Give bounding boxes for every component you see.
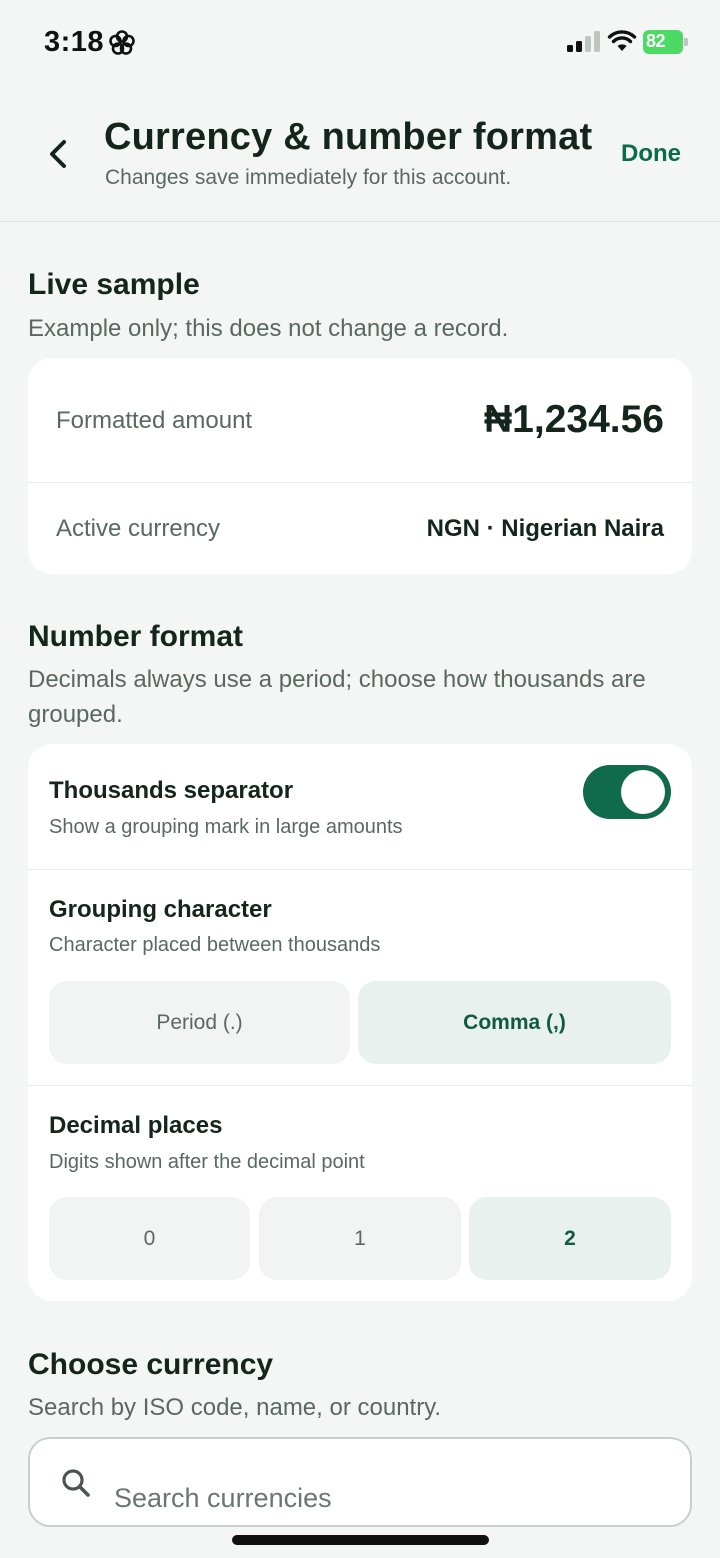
wifi-icon [607, 30, 637, 51]
currency-search-input[interactable]: Search currencies [28, 1437, 692, 1527]
formatted-amount-label: Formatted amount [56, 407, 253, 434]
done-button[interactable]: Done [621, 140, 681, 168]
thousands-separator-description: Show a grouping mark in large amounts [49, 816, 403, 838]
grouping-character-description: Character placed between thousands [49, 934, 381, 956]
header: Currency & number format Changes save im… [0, 86, 720, 222]
page-title: Currency & number format [104, 116, 593, 158]
decimal-option-2[interactable]: 2 [469, 1197, 671, 1280]
focus-flower-icon [109, 30, 135, 55]
live-sample-description: Example only; this does not change a rec… [28, 315, 509, 342]
number-format-card: Thousands separator Show a grouping mark… [28, 744, 692, 1301]
search-icon [62, 1469, 90, 1497]
decimal-places-title: Decimal places [49, 1112, 223, 1139]
grouping-option-comma[interactable]: Comma (,) [358, 981, 671, 1064]
toggle-knob [621, 770, 665, 814]
cellular-signal-icon [567, 31, 600, 52]
active-currency-value: NGN · Nigerian Naira [426, 515, 664, 542]
chevron-left-icon[interactable] [40, 134, 80, 174]
decimal-option-0[interactable]: 0 [49, 1197, 250, 1280]
formatted-amount-value: ₦1,234.56 [484, 398, 664, 441]
number-format-title: Number format [28, 620, 244, 653]
choose-currency-description: Search by ISO code, name, or country. [28, 1394, 442, 1421]
grouping-option-period[interactable]: Period (.) [49, 981, 350, 1064]
status-time: 3:18 [44, 26, 105, 58]
live-sample-title: Live sample [28, 268, 200, 301]
active-currency-label: Active currency [56, 515, 221, 542]
status-bar: 3:18 82 [0, 0, 720, 86]
thousands-separator-toggle[interactable] [583, 765, 671, 819]
battery-charging-icon: 82 [643, 30, 689, 54]
decimal-places-description: Digits shown after the decimal point [49, 1151, 365, 1173]
search-placeholder: Search currencies [114, 1483, 332, 1513]
live-sample-card: Formatted amount ₦1,234.56 Active curren… [28, 358, 692, 574]
decimal-option-1[interactable]: 1 [259, 1197, 461, 1280]
battery-level: 82 [646, 31, 666, 51]
home-indicator [232, 1535, 489, 1545]
page-subtitle: Changes save immediately for this accoun… [105, 166, 512, 189]
choose-currency-title: Choose currency [28, 1348, 274, 1381]
grouping-character-title: Grouping character [49, 896, 272, 923]
thousands-separator-title: Thousands separator [49, 777, 294, 804]
number-format-description: Decimals always use a period; choose how… [28, 666, 646, 728]
